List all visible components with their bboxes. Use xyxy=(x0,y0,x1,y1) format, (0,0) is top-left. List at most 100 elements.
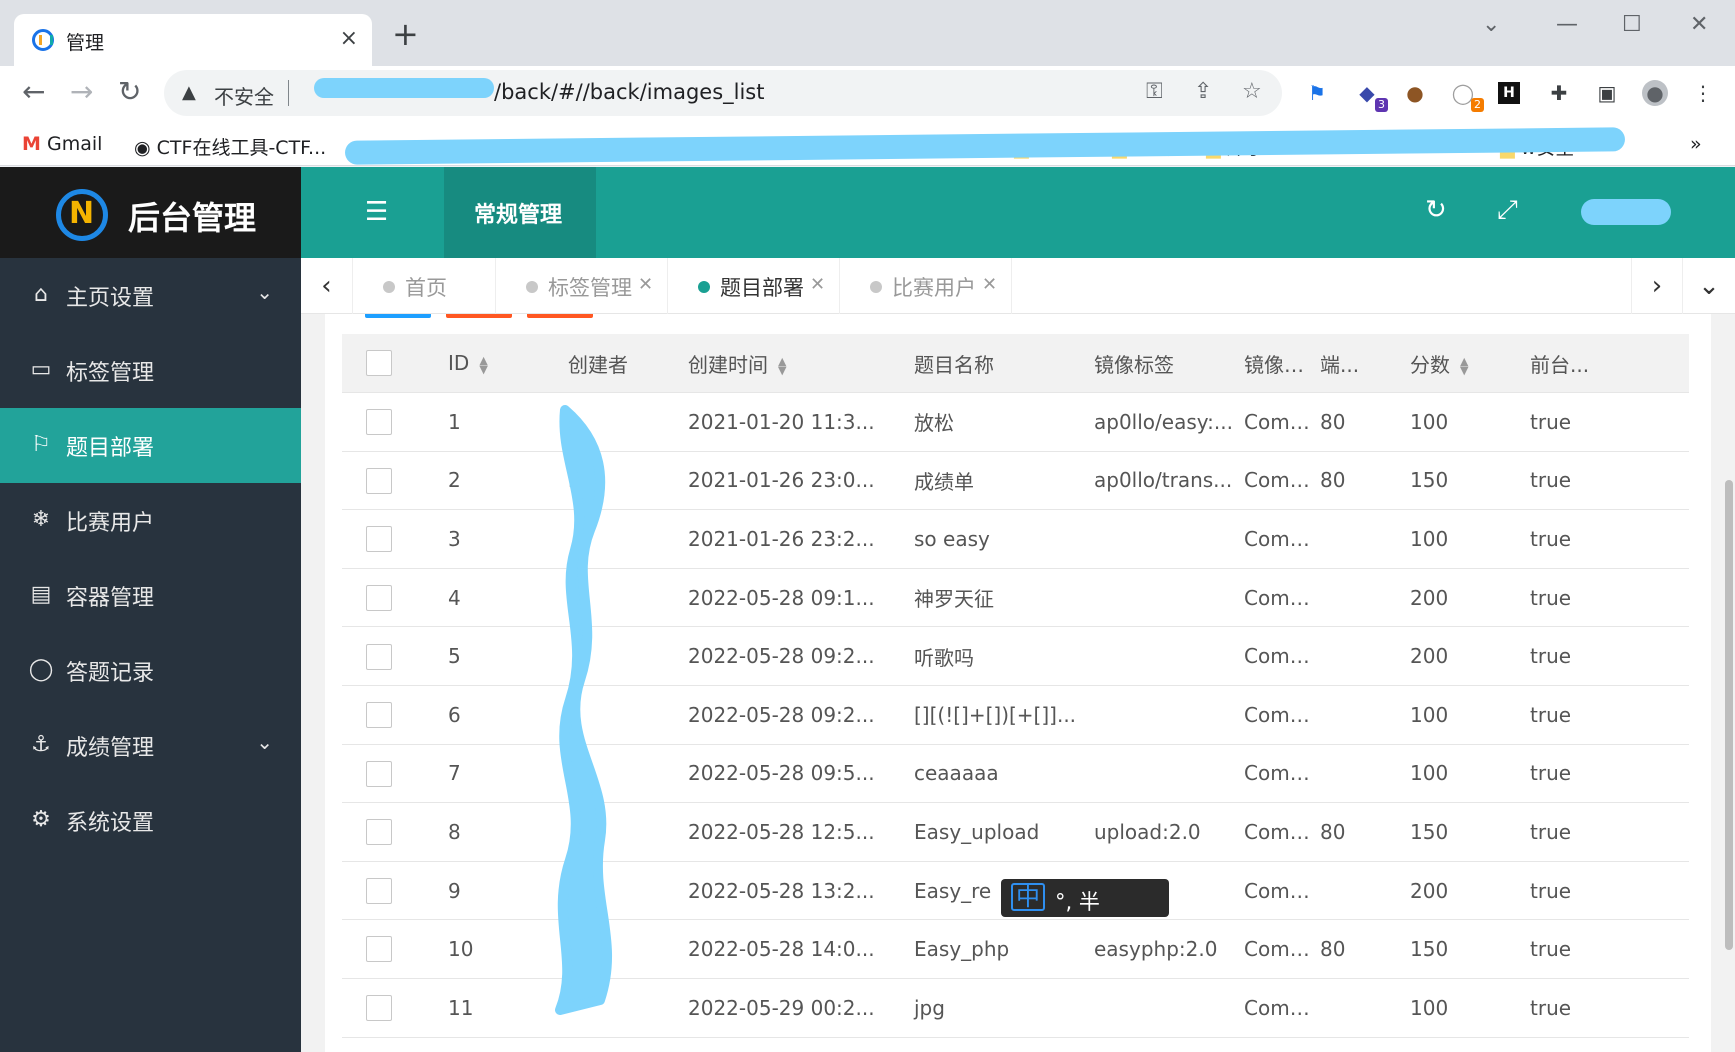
sidebar-item-users[interactable]: ❄ 比赛用户 xyxy=(0,483,301,558)
sidebar-item-deploy[interactable]: ⚐ 题目部署 xyxy=(0,408,301,483)
more-bookmarks-icon[interactable]: » xyxy=(1690,133,1702,155)
ext-search-icon[interactable]: ◯ 2 xyxy=(1450,80,1484,112)
side-panel-icon[interactable]: ▣ xyxy=(1594,80,1620,106)
star-icon[interactable]: ☆ xyxy=(1242,79,1262,104)
forward-icon[interactable]: → xyxy=(70,78,93,106)
share-icon[interactable]: ⇪ xyxy=(1194,79,1212,104)
sidebar-item-home-settings[interactable]: ⌂ 主页设置 ⌄ xyxy=(0,258,301,333)
close-tab-icon[interactable]: × xyxy=(340,26,358,51)
more-menu-icon[interactable]: ⋮ xyxy=(1690,80,1716,106)
url-text[interactable]: /back/#//back/images_list xyxy=(494,80,764,104)
sort-icon[interactable]: ▲ ▼ xyxy=(778,356,786,376)
row-checkbox[interactable] xyxy=(366,467,392,494)
cell-created: 2022-05-29 00:2... xyxy=(678,978,904,1038)
page-tab-home[interactable]: 首页 xyxy=(353,258,496,314)
key-icon[interactable]: ⚿ xyxy=(1146,79,1163,104)
ime-mode[interactable]: 中 xyxy=(1011,883,1045,911)
col-created[interactable]: 创建时间 ▲ ▼ xyxy=(678,334,904,394)
col-status[interactable]: 镜像状态...▲▼ xyxy=(1234,334,1310,394)
sidebar-item-system[interactable]: ⚙ 系统设置 xyxy=(0,783,301,858)
row-checkbox[interactable] xyxy=(366,643,392,670)
page-tab-users[interactable]: 比赛用户 ✕ xyxy=(840,258,1012,314)
back-icon[interactable]: ← xyxy=(22,78,45,106)
hackbar-icon[interactable]: H xyxy=(1498,82,1520,104)
row-checkbox[interactable] xyxy=(366,526,392,553)
ime-status-bar[interactable]: 中 °, 半 xyxy=(1001,879,1169,917)
window-icon: ▭ xyxy=(30,357,52,382)
top-tab-general[interactable]: 常规管理 xyxy=(444,167,596,258)
cell-front: true xyxy=(1520,744,1689,804)
window-close-icon[interactable]: ✕ xyxy=(1690,12,1708,37)
cell-tag: ap0llo/easy:... xyxy=(1084,392,1234,452)
select-all-checkbox[interactable] xyxy=(366,350,392,377)
tabs-prev-icon[interactable]: ‹ xyxy=(301,258,353,314)
app-logo[interactable]: 后台管理 xyxy=(0,167,301,258)
new-tab-button[interactable]: + xyxy=(392,18,419,50)
row-checkbox[interactable] xyxy=(366,877,392,904)
tabs-next-icon[interactable]: › xyxy=(1631,258,1683,314)
toolbar-button-blue[interactable] xyxy=(365,314,431,318)
tab-search-icon[interactable]: ⌄ xyxy=(1482,12,1500,37)
bookmark-ext-icon[interactable]: ⚑ xyxy=(1304,80,1330,106)
cell-port xyxy=(1310,861,1400,921)
close-icon[interactable]: ✕ xyxy=(982,274,997,295)
page-tab-deploy[interactable]: 题目部署 ✕ xyxy=(668,258,840,314)
row-checkbox[interactable] xyxy=(366,819,392,846)
profile-avatar-icon[interactable]: ● xyxy=(1642,80,1668,106)
cell-tag: easyphp:2.0 xyxy=(1084,919,1234,980)
col-id[interactable]: ID ▲ ▼ xyxy=(438,334,558,394)
refresh-icon[interactable]: ↻ xyxy=(1425,195,1447,225)
sort-icon[interactable]: ▲ ▼ xyxy=(1460,356,1468,376)
page-scrollbar[interactable] xyxy=(1725,480,1733,950)
insecure-label: 不安全 xyxy=(214,85,274,109)
sidebar-item-label: 系统设置 xyxy=(66,811,155,836)
cell-port: 80 xyxy=(1310,392,1400,452)
close-icon[interactable]: ✕ xyxy=(638,274,653,295)
menu-toggle-icon[interactable]: ☰ xyxy=(365,197,388,227)
cell-score: 150 xyxy=(1400,919,1520,980)
cell-score: 100 xyxy=(1400,744,1520,804)
cookie-icon[interactable]: ● xyxy=(1402,80,1428,106)
app-name: 后台管理 xyxy=(128,199,257,237)
cell-tag xyxy=(1084,744,1234,804)
bookmark-ctf[interactable]: ◉ CTF在线工具-CTF... xyxy=(134,133,326,160)
row-checkbox[interactable] xyxy=(366,702,392,729)
row-select-cell xyxy=(342,392,438,452)
reload-icon[interactable]: ↻ xyxy=(118,78,141,106)
bookmark-gmail[interactable]: M Gmail xyxy=(22,133,102,155)
row-checkbox[interactable] xyxy=(366,409,392,436)
extensions-puzzle-icon[interactable]: ✚ xyxy=(1546,80,1572,106)
sidebar-item-records[interactable]: ◯ 答题记录 xyxy=(0,633,301,708)
top-tab-label: 常规管理 xyxy=(474,203,563,228)
cell-created: 2021-01-20 11:3... xyxy=(678,392,904,452)
sidebar-item-scores[interactable]: ⚓ 成绩管理 ⌄ xyxy=(0,708,301,783)
redacted-user[interactable] xyxy=(1581,199,1671,225)
minimize-icon[interactable]: — xyxy=(1556,12,1578,37)
maximize-icon[interactable]: ☐ xyxy=(1622,12,1642,37)
close-icon[interactable]: ✕ xyxy=(810,274,825,295)
snowflake-icon: ❄ xyxy=(31,507,51,532)
cell-name: Easy_php xyxy=(904,919,1084,980)
row-checkbox[interactable] xyxy=(366,995,392,1022)
page-tab-tags[interactable]: 标签管理 ✕ xyxy=(496,258,668,314)
col-score[interactable]: 分数 ▲ ▼ xyxy=(1400,334,1520,394)
toolbar-button-orange[interactable] xyxy=(527,314,593,318)
fullscreen-icon[interactable]: ⤢ xyxy=(1497,195,1518,226)
ime-options[interactable]: °, 半 xyxy=(1055,886,1100,916)
row-checkbox[interactable] xyxy=(366,936,392,963)
address-bar[interactable]: ▲ 不安全 /back/#//back/images_list ⚿ ⇪ ☆ xyxy=(164,70,1282,116)
tabs-dropdown-icon[interactable]: ⌄ xyxy=(1683,258,1735,314)
browser-tab[interactable]: 管理 × xyxy=(14,14,372,66)
sidebar-item-tags[interactable]: ▭ 标签管理 xyxy=(0,333,301,408)
sidebar-item-containers[interactable]: ▤ 容器管理 xyxy=(0,558,301,633)
sort-icon[interactable]: ▲ ▼ xyxy=(479,355,487,375)
cell-created: 2022-05-28 09:2... xyxy=(678,685,904,745)
ext-hex-icon[interactable]: ◆ 3 xyxy=(1354,80,1388,112)
table-card: ID▲▼ 创建者 创建时间▲▼ 题目名称 镜像标签 镜像状态...▲▼ 端...… xyxy=(325,314,1711,1052)
toolbar-button-orange[interactable] xyxy=(446,314,512,318)
cell-port xyxy=(1310,568,1400,628)
cell-created: 2022-05-28 09:2... xyxy=(678,626,904,687)
row-checkbox[interactable] xyxy=(366,584,392,611)
cell-port: 80 xyxy=(1310,451,1400,511)
row-checkbox[interactable] xyxy=(366,760,392,787)
